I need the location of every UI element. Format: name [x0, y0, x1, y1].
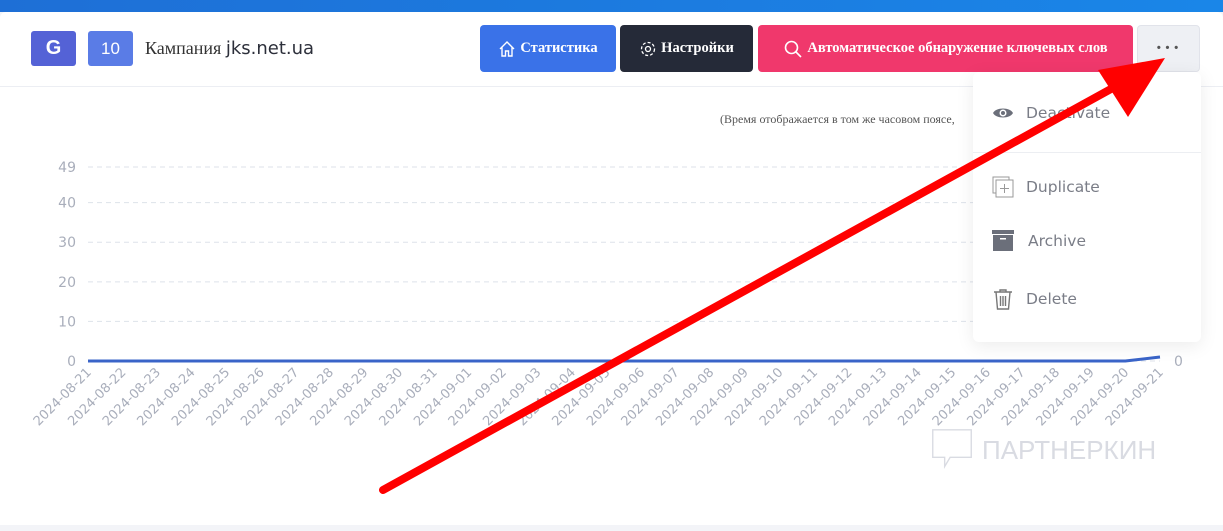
y-tick-label: 40	[58, 196, 76, 212]
y-tick-label: 20	[58, 275, 76, 291]
y-tick-label: 10	[58, 314, 76, 330]
y-tick-label: 49	[58, 160, 76, 176]
trash-icon	[994, 289, 1012, 310]
menu-item-archive[interactable]: Archive	[973, 230, 1201, 252]
top-bar	[0, 0, 1223, 12]
menu-item-delete[interactable]: Delete	[973, 288, 1201, 310]
more-options-dropdown: Deactivate Duplicate Archive Delete	[973, 72, 1201, 342]
series-line	[88, 355, 1161, 363]
archive-icon	[992, 230, 1014, 251]
menu-divider	[973, 152, 1201, 153]
duplicate-icon	[992, 176, 1014, 198]
eye-icon	[993, 108, 1013, 118]
campaign-card: G 10 Кампания jks.net.ua Статистика Наст…	[0, 12, 1223, 525]
menu-item-duplicate[interactable]: Duplicate	[973, 176, 1201, 198]
watermark: ПАРТНЕРКИН	[930, 427, 1156, 473]
menu-item-deactivate[interactable]: Deactivate	[973, 104, 1201, 122]
watermark-logo-icon	[932, 429, 972, 469]
right-axis-tick-label: 0	[1174, 354, 1183, 370]
y-tick-label: 30	[58, 235, 76, 251]
y-tick-label: 0	[67, 354, 76, 370]
